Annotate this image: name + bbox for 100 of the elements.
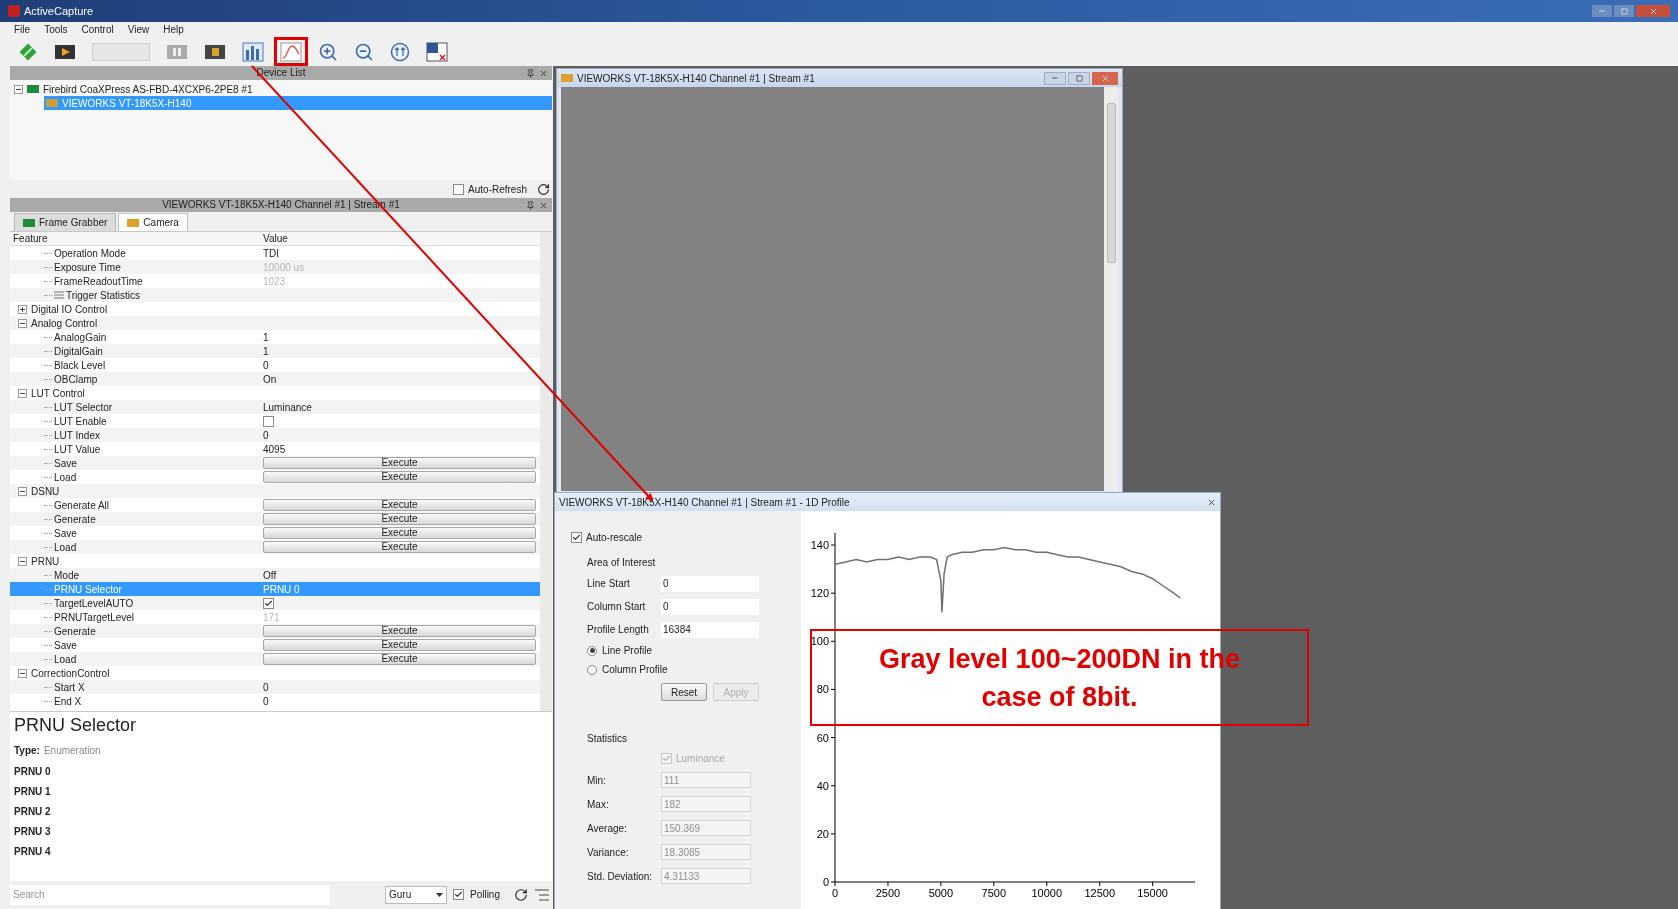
group-title: Statistics xyxy=(587,732,628,746)
radio-button[interactable] xyxy=(587,645,597,656)
feature-cell-text: Save xyxy=(54,526,77,541)
property-row[interactable]: Load Execute xyxy=(10,540,540,554)
property-row[interactable]: LUT Index 0 xyxy=(10,428,540,442)
close-icon[interactable] xyxy=(539,68,548,78)
field-label: Profile Length xyxy=(587,623,650,637)
property-row[interactable]: Trigger Statistics xyxy=(10,288,540,302)
checkbox[interactable] xyxy=(661,752,672,764)
checkbox[interactable] xyxy=(263,415,274,427)
collapse-icon[interactable] xyxy=(18,486,27,496)
tree-item[interactable]: Firebird CoaXPress AS-FBD-4XCXP6-2PE8 #1 xyxy=(10,82,552,96)
y-tick-label: 100 xyxy=(810,635,829,648)
refresh-icon[interactable] xyxy=(514,887,528,902)
collapse-icon[interactable] xyxy=(18,668,27,678)
stat-field: 111 xyxy=(661,772,751,788)
menu-item[interactable]: Tools xyxy=(44,22,68,37)
collapse-icon[interactable] xyxy=(18,388,27,398)
collapse-icon[interactable] xyxy=(14,84,23,94)
window-title: VIEWORKS VT-18K5X-H140 Channel #1 | Stream #1 - 1D Profile xyxy=(559,495,850,510)
window-title: ActiveCapture xyxy=(24,3,94,19)
execute-button[interactable]: Execute xyxy=(263,639,536,651)
refresh-icon[interactable] xyxy=(537,182,550,196)
category-label: DSNU xyxy=(31,484,60,499)
checkbox[interactable] xyxy=(571,531,582,543)
menu-icon[interactable] xyxy=(534,887,550,902)
property-row[interactable]: Generate Execute xyxy=(10,512,540,526)
feature-cell-text: LUT Selector xyxy=(54,400,113,415)
feature-cell-text: Generate All xyxy=(54,498,110,513)
execute-button[interactable]: Execute xyxy=(263,625,536,637)
checkbox[interactable] xyxy=(263,597,274,609)
reset-button[interactable]: Reset xyxy=(661,683,707,701)
toolbar-button[interactable] xyxy=(274,37,308,66)
board-icon xyxy=(27,85,39,93)
x-tick-label: 10000 xyxy=(1031,887,1063,899)
property-row[interactable]: Generate Execute xyxy=(10,624,540,638)
checkbox[interactable] xyxy=(452,889,464,900)
tab[interactable]: Camera xyxy=(118,213,188,231)
pin-icon[interactable] xyxy=(526,68,535,78)
restore-icon xyxy=(1075,74,1083,82)
close-icon[interactable] xyxy=(1207,497,1216,507)
property-row[interactable]: OBClamp On xyxy=(10,372,540,386)
tree-item-label: VIEWORKS VT-18K5X-H140 xyxy=(62,96,192,111)
search-field[interactable]: Search xyxy=(10,884,330,905)
camera-icon xyxy=(127,218,140,227)
close-icon[interactable] xyxy=(539,200,548,210)
restore-button[interactable] xyxy=(1068,71,1090,85)
menu-item[interactable]: Help xyxy=(163,22,184,37)
pin-icon[interactable] xyxy=(526,200,535,210)
value-cell-text: 1 xyxy=(263,344,269,359)
execute-button[interactable]: Execute xyxy=(263,513,536,525)
enum-entry: PRNU 3 xyxy=(14,825,52,838)
text-field[interactable]: 0 xyxy=(661,575,759,592)
property-row[interactable]: TargetLevelAUTO xyxy=(10,596,540,610)
x-tick-label: 15000 xyxy=(1137,887,1168,899)
property-row[interactable]: LUT Selector Luminance xyxy=(10,400,540,414)
stat-label: Max: xyxy=(587,797,610,812)
tab[interactable]: Frame Grabber xyxy=(14,213,117,231)
execute-button[interactable]: Execute xyxy=(263,499,536,511)
execute-button[interactable]: Execute xyxy=(263,457,536,469)
menu-item[interactable]: View xyxy=(127,22,150,37)
close-button[interactable] xyxy=(1092,71,1118,85)
y-tick-label: 20 xyxy=(816,827,829,840)
checkbox[interactable] xyxy=(453,183,465,195)
menu-item[interactable]: File xyxy=(14,22,31,37)
film-icon xyxy=(166,42,188,61)
count-field[interactable] xyxy=(92,42,150,61)
text-field[interactable]: 0 xyxy=(661,598,759,615)
property-row[interactable]: DigitalGain 1 xyxy=(10,344,540,358)
property-row[interactable]: Save Execute xyxy=(10,456,540,470)
feature-cell-text: Save xyxy=(54,456,77,471)
feature-cell-text: Generate xyxy=(54,512,96,527)
type-value: Enumeration xyxy=(43,744,101,758)
stat-field: 182 xyxy=(661,796,751,812)
text-field[interactable]: 16384 xyxy=(661,621,759,638)
category-row[interactable]: Analog Control xyxy=(10,316,540,330)
collapse-icon[interactable] xyxy=(18,556,27,566)
property-row[interactable]: Load Execute xyxy=(10,652,540,666)
visibility-dropdown[interactable]: Guru xyxy=(384,885,447,904)
category-row[interactable]: DSNU xyxy=(10,484,540,498)
execute-button[interactable]: Execute xyxy=(263,527,536,539)
film-play-icon xyxy=(54,42,76,61)
execute-button[interactable]: Execute xyxy=(263,541,536,553)
x-tick-label: 5000 xyxy=(928,887,954,899)
execute-button[interactable]: Execute xyxy=(263,471,536,483)
radio-button[interactable] xyxy=(587,664,597,675)
scrollbar[interactable] xyxy=(1104,87,1118,491)
y-tick-label: 0 xyxy=(822,876,829,888)
close-button[interactable] xyxy=(1636,5,1670,17)
close-icon xyxy=(1100,73,1110,83)
execute-button[interactable]: Execute xyxy=(263,653,536,665)
menu-item[interactable]: Control xyxy=(81,22,114,37)
feature-cell-text: DigitalGain xyxy=(54,344,103,359)
feature-cell-text: Load xyxy=(54,470,77,485)
property-row[interactable]: Start X 0 xyxy=(10,680,540,694)
scroll-thumb[interactable] xyxy=(1106,103,1116,263)
collapse-icon[interactable] xyxy=(18,318,27,328)
property-row[interactable]: Mode Off xyxy=(10,568,540,582)
enum-entry: PRNU 4 xyxy=(14,845,52,858)
expand-icon[interactable] xyxy=(18,304,27,314)
